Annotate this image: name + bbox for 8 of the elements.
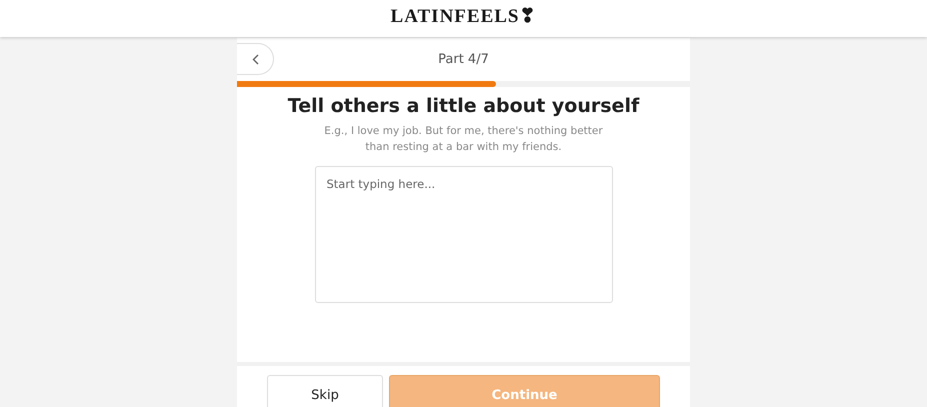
chevron-left-icon (252, 54, 258, 64)
skip-button[interactable]: Skip (267, 375, 383, 407)
logo: LATINFEELS❣ (390, 4, 536, 28)
step-label: Part 4/7 (438, 52, 489, 67)
back-button[interactable] (237, 43, 274, 75)
hint-text: E.g., I love my job. But for me, there's nothing better than resting at a bar with my friends. (324, 124, 604, 155)
answer-box[interactable]: Start typing here... (314, 166, 612, 303)
question-title: Tell others a little about yourself (288, 95, 640, 117)
